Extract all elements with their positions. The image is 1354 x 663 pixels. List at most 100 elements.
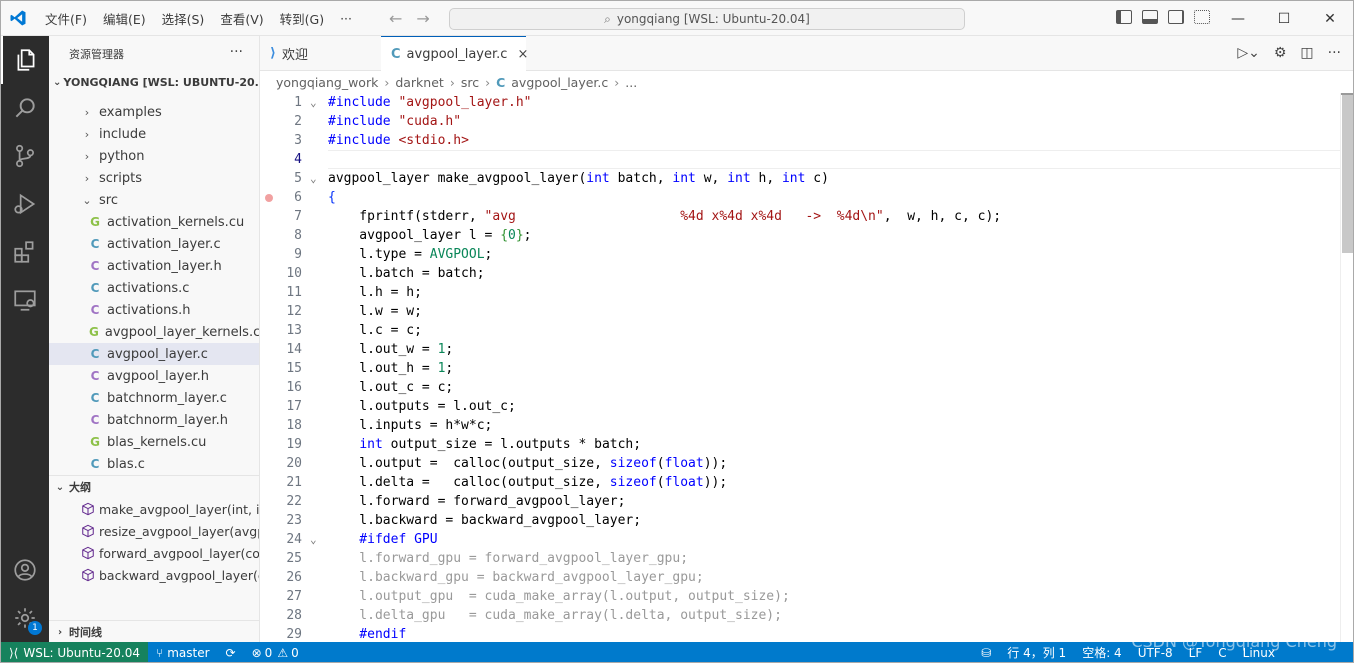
- toggle-primary-sidebar-icon[interactable]: [1116, 10, 1132, 24]
- code-line[interactable]: 23 l.backward = backward_avgpool_layer;: [260, 511, 1340, 530]
- git-branch[interactable]: ⑂ master: [148, 646, 218, 660]
- sync-button[interactable]: ⟳: [218, 646, 244, 660]
- code-line[interactable]: 26 l.backward_gpu = backward_avgpool_lay…: [260, 568, 1340, 587]
- file-item[interactable]: Cactivation_layer.c: [49, 233, 259, 255]
- outline-item[interactable]: forward_avgpool_layer(co...: [49, 542, 259, 564]
- folder-src[interactable]: ⌄ src: [49, 189, 259, 211]
- code-line[interactable]: 15 l.out_h = 1;: [260, 359, 1340, 378]
- code-line[interactable]: 9 l.type = AVGPOOL;: [260, 245, 1340, 264]
- menu-view[interactable]: 查看(V): [212, 9, 271, 28]
- accounts-activity[interactable]: [1, 546, 49, 594]
- code-line[interactable]: 18 l.inputs = h*w*c;: [260, 416, 1340, 435]
- outline-item[interactable]: make_avgpool_layer(int, i...: [49, 498, 259, 520]
- manage-activity[interactable]: 1: [1, 594, 49, 642]
- source-control-activity[interactable]: [1, 132, 49, 180]
- code-line[interactable]: 1 ⌄ #include "avgpool_layer.h": [260, 93, 1340, 112]
- code-line[interactable]: 13 l.c = c;: [260, 321, 1340, 340]
- file-item[interactable]: Cavgpool_layer.c: [49, 343, 259, 365]
- fold-chevron-icon[interactable]: ⌄: [310, 93, 317, 112]
- code-line[interactable]: 2 #include "cuda.h": [260, 112, 1340, 131]
- file-item[interactable]: Cactivations.c: [49, 277, 259, 299]
- code-line[interactable]: 20 l.output = calloc(output_size, sizeof…: [260, 454, 1340, 473]
- code-line[interactable]: 19 int output_size = l.outputs * batch;: [260, 435, 1340, 454]
- code-line[interactable]: 24 ⌄ #ifdef GPU: [260, 530, 1340, 549]
- code-line[interactable]: 10 l.batch = batch;: [260, 264, 1340, 283]
- code-line[interactable]: 11 l.h = h;: [260, 283, 1340, 302]
- code-editor[interactable]: 1 ⌄ #include "avgpool_layer.h" 2 #include "c…: [260, 93, 1340, 642]
- code-line[interactable]: 12 l.w = w;: [260, 302, 1340, 321]
- file-item[interactable]: Gavgpool_layer_kernels.cu: [49, 321, 259, 343]
- code-line[interactable]: 7 fprintf(stderr, "avg %4d x%4d x%4d -> …: [260, 207, 1340, 226]
- file-item[interactable]: Cbatchnorm_layer.c: [49, 387, 259, 409]
- menu-edit[interactable]: 编辑(E): [95, 9, 154, 28]
- file-item[interactable]: Gblas_kernels.cu: [49, 431, 259, 453]
- code-line[interactable]: 17 l.outputs = l.out_c;: [260, 397, 1340, 416]
- file-item[interactable]: Cblas.c: [49, 453, 259, 475]
- folder-examples[interactable]: › examples: [49, 101, 259, 123]
- more-actions-icon[interactable]: ···: [1328, 45, 1341, 61]
- timeline-section-header[interactable]: › 时间线: [49, 621, 259, 642]
- folder-include[interactable]: › include: [49, 123, 259, 145]
- remote-indicator[interactable]: ⟩⟨ WSL: Ubuntu-20.04: [1, 642, 149, 662]
- toggle-secondary-sidebar-icon[interactable]: [1168, 10, 1184, 24]
- timeline-section[interactable]: › 时间线: [49, 620, 259, 642]
- code-line[interactable]: 25 l.forward_gpu = forward_avgpool_layer…: [260, 549, 1340, 568]
- outline-section-header[interactable]: ⌄ 大纲: [49, 476, 259, 498]
- code-line[interactable]: 5 ⌄ avgpool_layer make_avgpool_layer(int b…: [260, 169, 1340, 188]
- code-line[interactable]: 16 l.out_c = c;: [260, 378, 1340, 397]
- search-activity[interactable]: [1, 84, 49, 132]
- code-line[interactable]: 14 l.out_w = 1;: [260, 340, 1340, 359]
- code-line[interactable]: 3 #include <stdio.h>: [260, 131, 1340, 150]
- breadcrumb-item[interactable]: src: [461, 75, 479, 90]
- tab-welcome[interactable]: ⟩ 欢迎: [260, 36, 380, 71]
- folder-scripts[interactable]: › scripts: [49, 167, 259, 189]
- remote-explorer-activity[interactable]: [1, 276, 49, 324]
- close-icon[interactable]: ×: [517, 47, 528, 62]
- fold-chevron-icon[interactable]: ⌄: [310, 169, 317, 188]
- code-line[interactable]: 6{: [260, 188, 1340, 207]
- run-code-icon[interactable]: ▷⌄: [1237, 45, 1260, 61]
- close-window-icon[interactable]: ✕: [1307, 1, 1353, 36]
- outline-item[interactable]: resize_avgpool_layer(avgp...: [49, 520, 259, 542]
- breadcrumb-item[interactable]: ...: [625, 75, 637, 90]
- code-line[interactable]: 8 avgpool_layer l = {0};: [260, 226, 1340, 245]
- code-line[interactable]: 21 l.delta = calloc(output_size, sizeof(…: [260, 473, 1340, 492]
- code-line[interactable]: 22 l.forward = forward_avgpool_layer;: [260, 492, 1340, 511]
- workspace-section-header[interactable]: ⌄ YONGQIANG [WSL: UBUNTU-20.04]: [49, 71, 259, 93]
- folder-python[interactable]: › python: [49, 145, 259, 167]
- tab-avgpool-layer-c[interactable]: C avgpool_layer.c ×: [381, 36, 528, 72]
- code-line[interactable]: 4: [260, 150, 1340, 169]
- split-editor-icon[interactable]: ◫: [1300, 45, 1313, 61]
- explorer-activity[interactable]: [1, 36, 49, 84]
- file-item[interactable]: Cbatchnorm_layer.h: [49, 409, 259, 431]
- breadcrumb-item[interactable]: avgpool_layer.c: [511, 75, 608, 90]
- menu-file[interactable]: 文件(F): [37, 9, 95, 28]
- breadcrumb-item[interactable]: yongqiang_work: [276, 75, 378, 90]
- file-item[interactable]: Cactivation_layer.h: [49, 255, 259, 277]
- indentation[interactable]: 空格: 4: [1074, 644, 1130, 661]
- back-arrow-icon[interactable]: ←: [389, 9, 402, 28]
- toggle-panel-icon[interactable]: [1142, 10, 1158, 24]
- fold-chevron-icon[interactable]: ⌄: [310, 530, 317, 549]
- settings-gear-icon[interactable]: ⚙: [1274, 45, 1287, 61]
- file-item[interactable]: Gactivation_kernels.cu: [49, 211, 259, 233]
- more-actions-icon[interactable]: ···: [230, 44, 243, 60]
- forward-arrow-icon[interactable]: →: [416, 9, 429, 28]
- menu-go[interactable]: 转到(G): [272, 9, 332, 28]
- scrollbar-thumb[interactable]: [1342, 93, 1353, 253]
- code-line[interactable]: 28 l.delta_gpu = cuda_make_array(l.delta…: [260, 606, 1340, 625]
- menu-selection[interactable]: 选择(S): [154, 9, 213, 28]
- command-center[interactable]: ⌕ yongqiang [WSL: Ubuntu-20.04]: [449, 8, 965, 30]
- db-icon-item[interactable]: ⛁: [973, 646, 999, 660]
- outline-item[interactable]: backward_avgpool_layer(c...: [49, 564, 259, 586]
- cursor-position[interactable]: 行 4，列 1: [999, 644, 1074, 661]
- file-item[interactable]: Cavgpool_layer.h: [49, 365, 259, 387]
- code-line[interactable]: 27 l.output_gpu = cuda_make_array(l.outp…: [260, 587, 1340, 606]
- minimize-icon[interactable]: —: [1215, 1, 1261, 36]
- menu-more[interactable]: ···: [332, 11, 360, 26]
- file-item[interactable]: Cactivations.h: [49, 299, 259, 321]
- extensions-activity[interactable]: [1, 228, 49, 276]
- breadcrumb-item[interactable]: darknet: [395, 75, 444, 90]
- run-debug-activity[interactable]: [1, 180, 49, 228]
- maximize-icon[interactable]: ☐: [1261, 1, 1307, 36]
